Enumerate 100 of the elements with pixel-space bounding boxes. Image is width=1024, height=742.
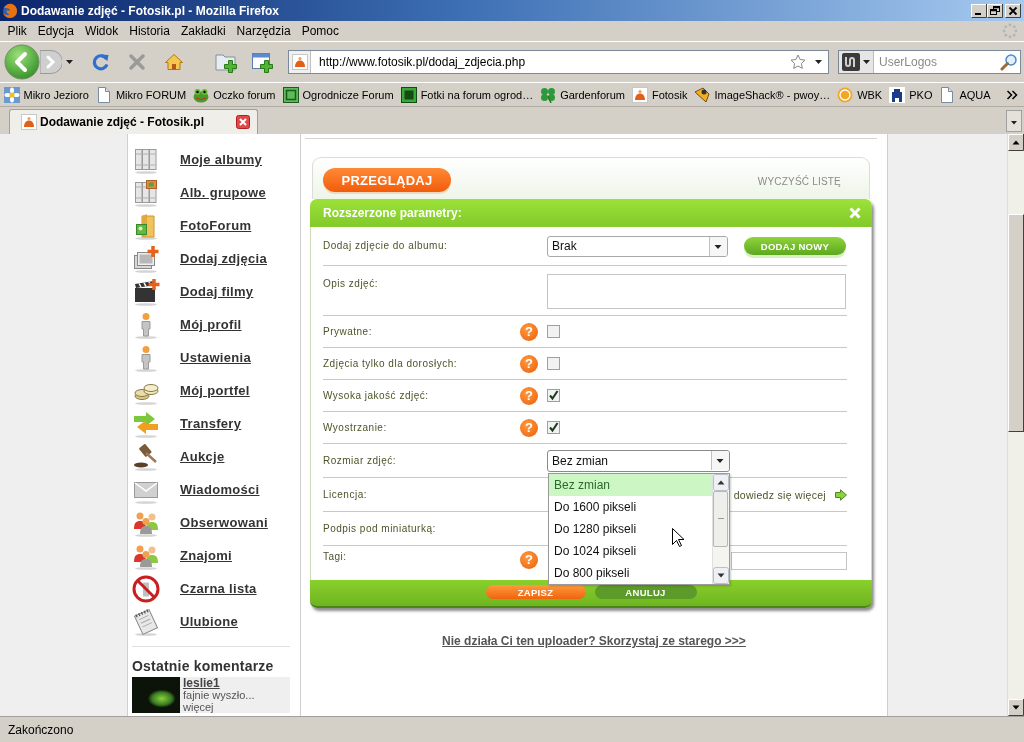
sidebar-link[interactable]: Znajomi	[132, 539, 232, 572]
sidebar-link[interactable]: Aukcje	[132, 440, 225, 473]
menu-item[interactable]: Widok	[79, 23, 124, 39]
tab-list-icon[interactable]	[1006, 109, 1022, 132]
search-engine-icon	[841, 52, 861, 72]
checkbox[interactable]	[547, 357, 560, 370]
bookmark[interactable]: Mikro Jezioro	[0, 86, 93, 103]
dropdown-option[interactable]: Bez zmian	[549, 473, 712, 496]
dialog-title: Rozszerzone parametry:	[323, 206, 462, 220]
reload-icon[interactable]	[92, 53, 110, 71]
menu-item[interactable]: Edycja	[32, 23, 80, 39]
dropdown-field[interactable]: Brak	[547, 235, 728, 257]
scroll-down-button[interactable]	[713, 566, 729, 584]
swap-arrows-icon	[132, 409, 160, 438]
field-label: Rozmiar zdjęć:	[323, 454, 398, 467]
scroll-down-button[interactable]	[1008, 699, 1024, 716]
bookmark[interactable]: Fotki na forum ogrod…	[397, 86, 537, 103]
sidebar-link[interactable]: Transfery	[132, 407, 242, 440]
sidebar-link[interactable]: Dodaj filmy	[132, 275, 254, 308]
bookmark[interactable]: Fotosik	[628, 86, 691, 103]
dropdown-option[interactable]: Do 1024 pikseli	[549, 539, 712, 562]
field-label: Wysoka jakość zdjęć:	[323, 389, 430, 402]
checkbox[interactable]	[547, 421, 560, 434]
scrollbar-thumb[interactable]	[713, 490, 728, 547]
search-engine-button[interactable]	[839, 51, 874, 73]
bookmark[interactable]: AQUA	[935, 86, 995, 103]
arrow-right-icon	[835, 488, 847, 501]
home-icon[interactable]	[164, 53, 184, 71]
sidebar-link[interactable]: Moje albumy	[132, 143, 263, 176]
chevron-icon[interactable]	[1006, 89, 1018, 100]
scroll-up-button[interactable]	[1008, 134, 1024, 151]
sidebar-link[interactable]: Obserwowani	[132, 506, 268, 539]
bookmark-star-icon[interactable]	[790, 54, 806, 70]
bookmark[interactable]: Ogrodnicze Forum	[279, 86, 398, 103]
sidebar-link[interactable]: Ulubione	[132, 605, 238, 638]
old-uploader-link[interactable]: Nie działa Ci ten uploader? Skorzystaj ze starego >>>	[442, 634, 746, 648]
photos-plus-icon	[132, 244, 160, 273]
site-icon	[289, 51, 311, 73]
window-title: Dodawanie zdjęć - Fotosik.pl - Mozilla Firefox	[21, 3, 281, 18]
binders-photo-icon	[132, 178, 160, 207]
sidebar-link[interactable]: Mój profil	[132, 308, 242, 341]
sidebar-link[interactable]: Czarna lista	[132, 572, 257, 605]
sidebar-link[interactable]: FotoForum	[132, 209, 252, 242]
field-label: Dodaj zdjęcie do albumu:	[323, 240, 449, 252]
bookmark[interactable]: ImageShack® - pwoy…	[690, 86, 834, 103]
menu-item[interactable]: Narzędzia	[231, 23, 297, 39]
status-text: Zakończono	[8, 722, 74, 737]
sidebar-link[interactable]: Dodaj zdjęcia	[132, 242, 267, 275]
sidebar-link[interactable]: Ustawienia	[132, 341, 251, 374]
sidebar-link[interactable]: Mój portfel	[132, 374, 250, 407]
tile-icon	[400, 86, 417, 103]
search-field[interactable]: UserLogos	[838, 50, 1021, 74]
bookmark[interactable]: WBK	[833, 86, 886, 103]
field-label: Podpis pod miniaturką:	[323, 522, 437, 535]
checkbox[interactable]	[547, 389, 560, 402]
menu-item[interactable]: Historia	[123, 23, 176, 39]
menu-item[interactable]: Pomoc	[296, 23, 345, 39]
address-field[interactable]: http://www.fotosik.pl/dodaj_zdjecia.php	[288, 50, 829, 74]
search-icon[interactable]	[1000, 53, 1018, 71]
tags-field[interactable]	[731, 552, 847, 570]
bookmark[interactable]: Oczko forum	[189, 86, 280, 103]
more-link[interactable]: więcej	[183, 701, 214, 713]
clover-icon	[540, 86, 557, 103]
browser-tab[interactable]: Dodawanie zdjęć - Fotosik.pl	[9, 109, 258, 134]
comment-author-link[interactable]: leslie1	[183, 677, 220, 689]
folder-plus-icon[interactable]	[215, 51, 237, 73]
person-icon	[132, 343, 160, 372]
window-plus-icon[interactable]	[251, 51, 273, 73]
field-label: Opis zdjęć:	[323, 278, 379, 290]
daisy-icon	[3, 86, 20, 103]
throbber-icon	[1002, 23, 1018, 39]
bookmark[interactable]: PKO	[885, 86, 936, 103]
tile-icon	[282, 86, 299, 103]
photo-placeholder	[132, 677, 180, 713]
sidebar-link[interactable]: Alb. grupowe	[132, 176, 266, 209]
gavel-icon	[132, 442, 160, 471]
field-label: Tagi:	[323, 551, 348, 563]
text-area-field[interactable]	[547, 274, 846, 309]
menu-item[interactable]: Plik	[2, 23, 33, 39]
menu-item[interactable]: Zakładki	[175, 23, 232, 39]
close-icon[interactable]	[1005, 3, 1021, 18]
dropdown-field[interactable]: Bez zmian	[547, 449, 730, 472]
browser-logo-icon	[2, 2, 18, 19]
dropdown-option[interactable]: Do 800 pikseli	[549, 561, 712, 584]
page-icon	[939, 86, 956, 103]
back-icon[interactable]	[4, 44, 40, 80]
close-icon[interactable]	[236, 115, 250, 129]
person-icon	[132, 310, 160, 339]
learn-more-link[interactable]: dowiedz się więcej	[733, 488, 847, 501]
photo-icon	[21, 114, 37, 130]
field-label: Zdjęcia tylko dla dorosłych:	[323, 357, 459, 370]
dropdown-option[interactable]: Do 1600 pikseli	[549, 495, 712, 518]
checkbox[interactable]	[547, 325, 560, 338]
minimize-icon[interactable]	[971, 3, 987, 18]
scroll-up-button[interactable]	[713, 473, 729, 491]
dropdown-option[interactable]: Do 1280 pikseli	[549, 517, 712, 540]
bookmark[interactable]: Mikro FORUM	[92, 86, 190, 103]
sidebar-link[interactable]: Wiadomości	[132, 473, 260, 506]
bookmark[interactable]: Gardenforum	[536, 86, 629, 103]
restore-icon[interactable]	[987, 3, 1003, 18]
